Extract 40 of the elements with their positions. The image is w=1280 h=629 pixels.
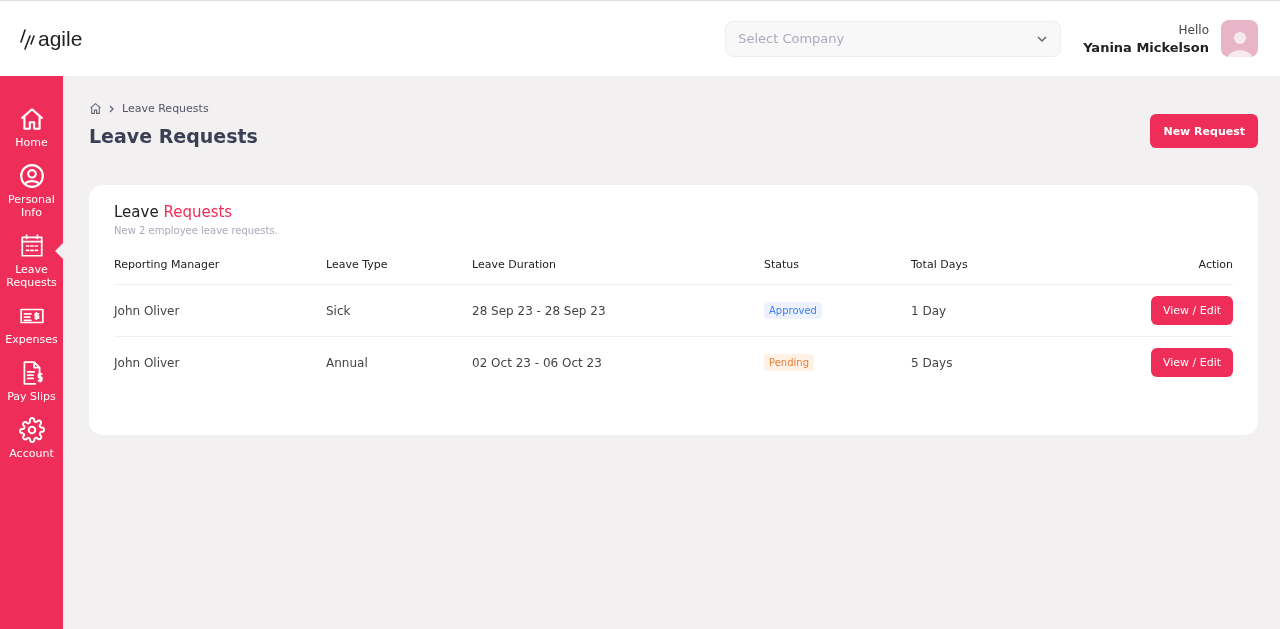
column-header: Leave Duration: [472, 258, 764, 285]
column-header: Total Days: [911, 258, 1113, 285]
sidebar-item[interactable]: Account: [0, 417, 63, 460]
breadcrumb-current: Leave Requests: [122, 102, 209, 115]
user-icon: [18, 163, 45, 189]
table-cell: 1 Day: [911, 303, 947, 318]
status-badge: Approved: [764, 302, 822, 319]
sidebar-item[interactable]: Pay Slips: [0, 360, 63, 403]
home-icon: [18, 106, 45, 132]
table-cell: Annual: [326, 355, 368, 370]
sidebar-item[interactable]: Leave Requests: [0, 233, 63, 289]
home-icon[interactable]: [89, 102, 102, 115]
sidebar-item[interactable]: Home: [0, 106, 63, 149]
table-cell: 02 Oct 23 - 06 Oct 23: [472, 355, 602, 370]
new-request-button[interactable]: New Request: [1150, 114, 1258, 148]
logo-icon: [20, 27, 36, 50]
view-edit-button[interactable]: View / Edit: [1150, 296, 1233, 325]
sidebar-item[interactable]: Expenses: [0, 303, 63, 346]
user-name: Yanina Mickelson: [1083, 39, 1209, 55]
calendar-icon: [18, 233, 45, 259]
table-cell: 5 Days: [911, 355, 953, 370]
greeting-text: Hello: [1178, 22, 1209, 37]
card-subtitle: New 2 employee leave requests.: [114, 225, 279, 236]
column-header: Leave Type: [326, 258, 472, 285]
table-cell: Sick: [326, 303, 351, 318]
table-cell: John Oliver: [114, 355, 180, 370]
table-cell: John Oliver: [114, 303, 180, 318]
column-header: Reporting Manager: [114, 258, 326, 285]
view-edit-button[interactable]: View / Edit: [1150, 348, 1233, 377]
page-title: Leave Requests: [89, 125, 258, 147]
sidebar-item[interactable]: Personal Info: [0, 163, 63, 219]
company-select[interactable]: Select Company: [725, 20, 1062, 57]
table-cell: 28 Sep 23 - 28 Sep 23: [472, 303, 606, 318]
column-header: Action: [1113, 258, 1233, 285]
status-badge: Pending: [764, 354, 814, 371]
card-title: Leave Requests: [114, 203, 234, 221]
settings-icon: [18, 417, 45, 443]
logo-text: agile: [38, 26, 83, 51]
chevron-right-icon: [108, 104, 116, 113]
column-header: Status: [764, 258, 911, 285]
